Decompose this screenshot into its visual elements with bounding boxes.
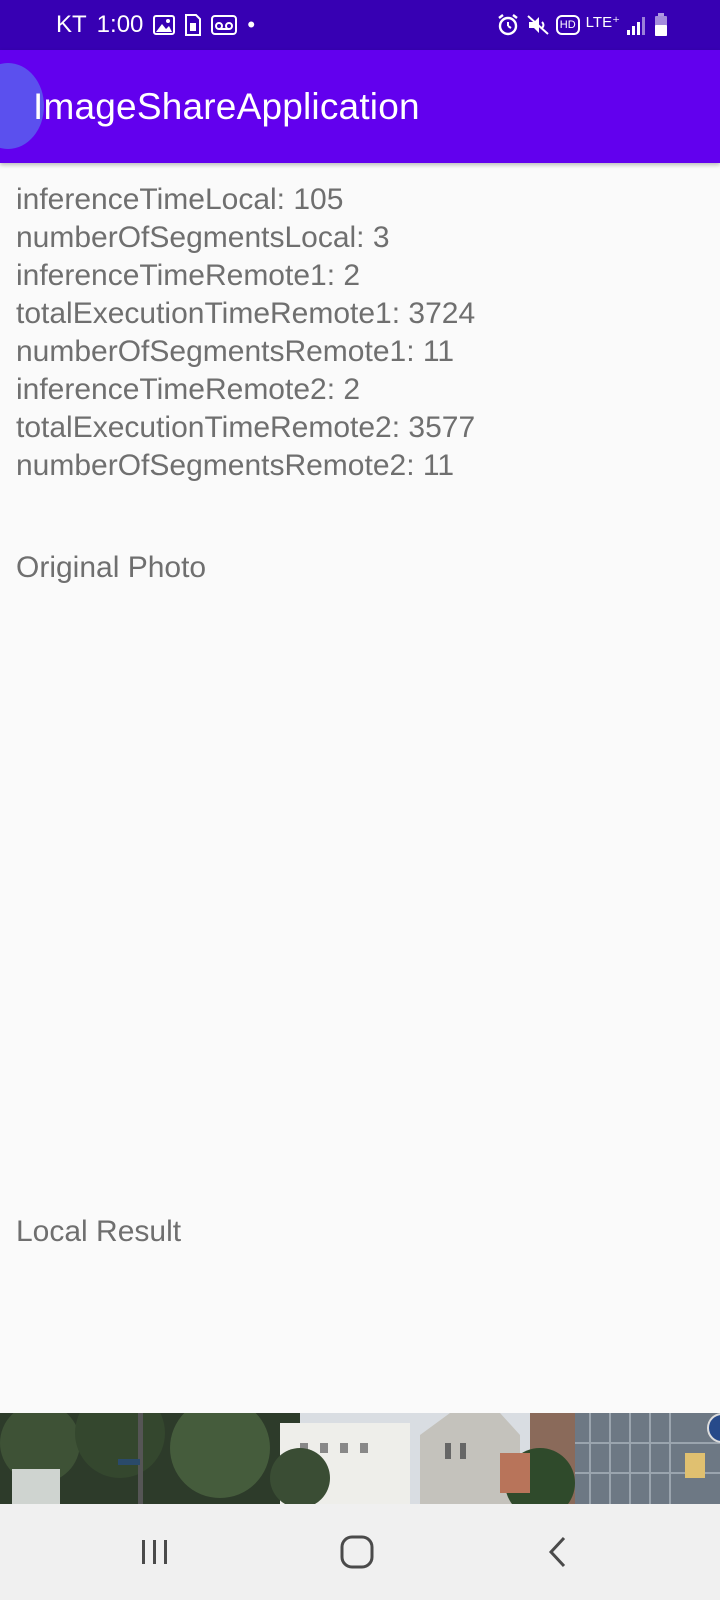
voicemail-icon — [211, 15, 238, 35]
sim-card-icon — [185, 14, 202, 36]
back-icon — [546, 1535, 570, 1569]
recent-apps-icon — [138, 1537, 172, 1567]
carrier-label: KT — [56, 11, 87, 38]
status-bar: KT 1:00 • HD LTE⁺ — [0, 0, 720, 50]
network-type: LTE⁺ — [585, 14, 620, 31]
clock: 1:00 — [96, 11, 144, 38]
notification-dot: • — [247, 12, 256, 37]
mute-icon — [526, 13, 550, 37]
stats-list: inferenceTimeLocal: 105 numberOfSegments… — [16, 181, 475, 485]
hd-label: HD — [559, 19, 576, 31]
recent-apps-button[interactable] — [95, 1504, 215, 1600]
original-photo-label: Original Photo — [16, 551, 207, 584]
hd-badge: HD — [555, 15, 580, 35]
stat-inference-time-local: inferenceTimeLocal: 105 — [16, 183, 344, 216]
stat-segments-remote1: numberOfSegmentsRemote1: 11 — [16, 335, 455, 368]
stat-inference-time-remote1: inferenceTimeRemote1: 2 — [16, 259, 361, 292]
system-nav-bar — [0, 1504, 720, 1600]
back-button[interactable] — [498, 1504, 618, 1600]
alarm-icon — [496, 13, 520, 37]
gallery-icon — [153, 15, 176, 35]
original-photo — [0, 603, 720, 1203]
stat-total-time-remote1: totalExecutionTimeRemote1: 3724 — [16, 297, 476, 330]
battery-icon — [654, 13, 668, 37]
main-content[interactable]: inferenceTimeLocal: 105 numberOfSegments… — [0, 163, 720, 1501]
stat-segments-local: numberOfSegmentsLocal: 3 — [16, 221, 390, 254]
home-icon — [339, 1534, 375, 1570]
app-bar: ImageShareApplication — [0, 50, 720, 163]
local-result-photo — [0, 1413, 720, 1504]
local-result-label: Local Result — [16, 1215, 182, 1248]
app-title: ImageShareApplication — [33, 85, 420, 127]
signal-icon — [626, 14, 648, 36]
stat-inference-time-remote2: inferenceTimeRemote2: 2 — [16, 373, 361, 406]
home-button[interactable] — [297, 1504, 417, 1600]
stat-segments-remote2: numberOfSegmentsRemote2: 11 — [16, 449, 455, 482]
stat-total-time-remote2: totalExecutionTimeRemote2: 3577 — [16, 411, 476, 444]
